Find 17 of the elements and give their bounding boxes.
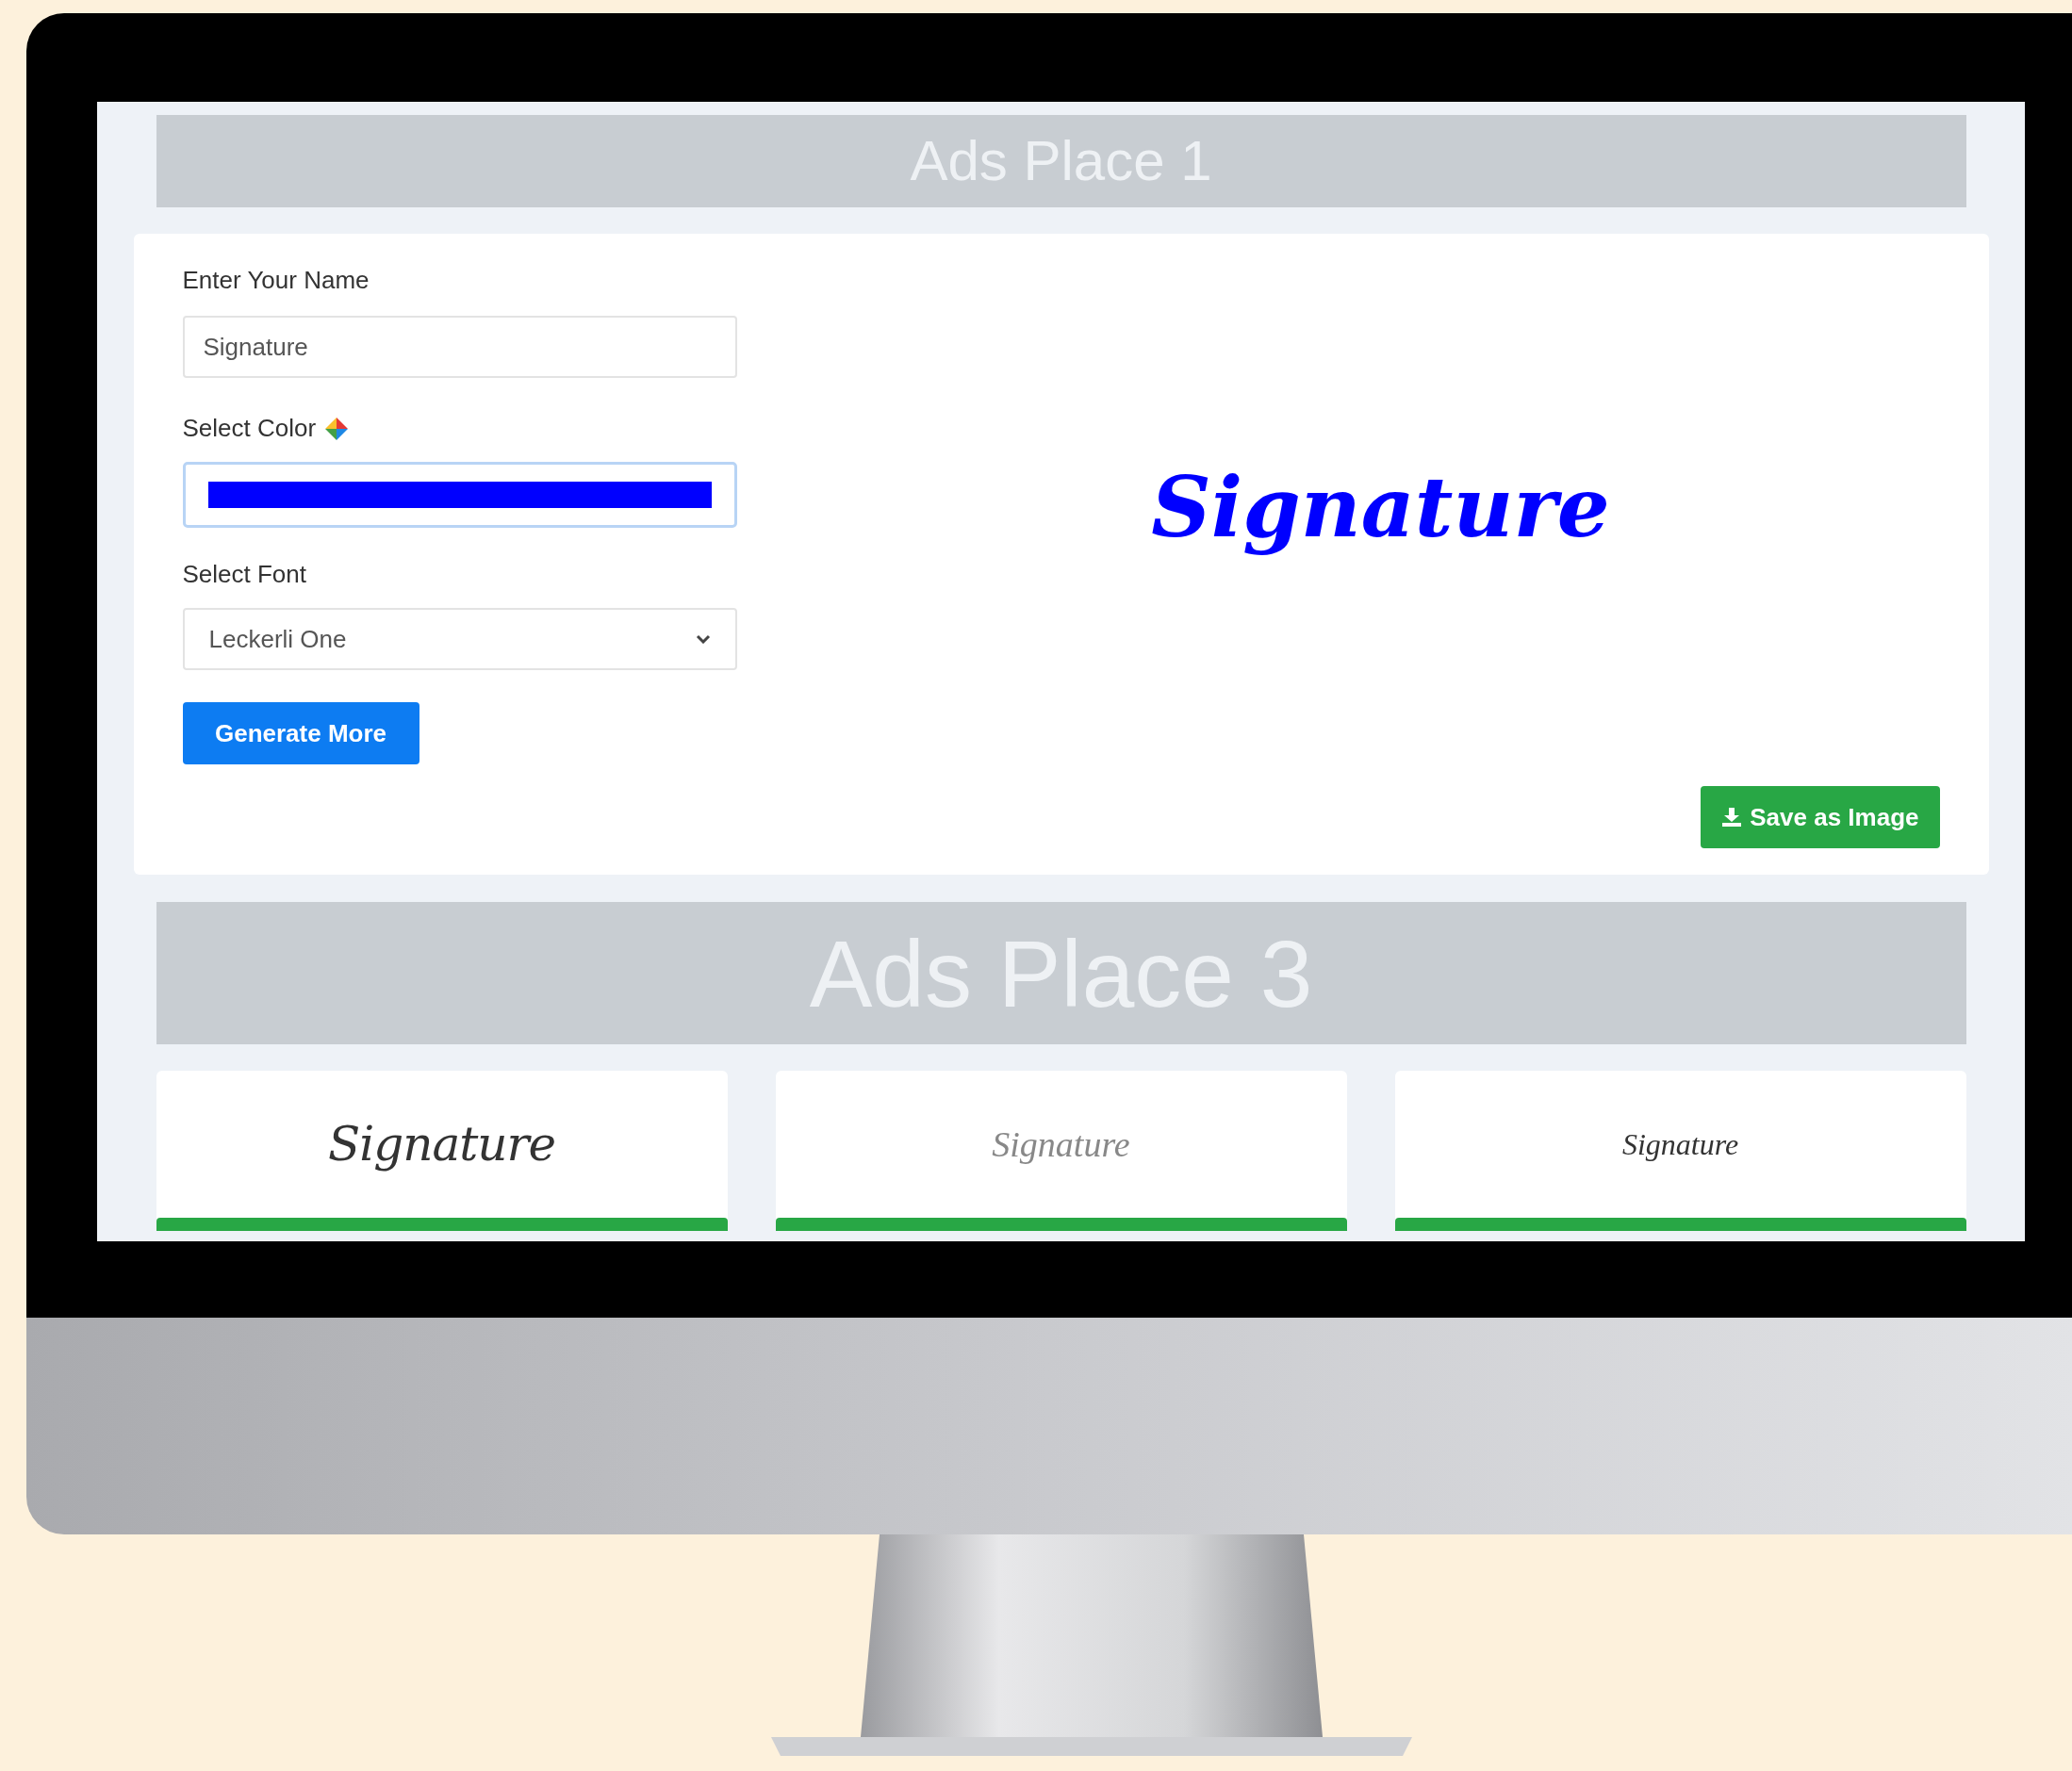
name-field[interactable]: Signature — [182, 316, 737, 378]
color-field[interactable] — [182, 462, 737, 528]
field-label: Select Color — [182, 413, 317, 444]
card-button-edge[interactable] — [775, 1218, 1347, 1231]
signature-sample: Signature — [327, 1115, 556, 1173]
card-button-edge[interactable] — [1394, 1218, 1966, 1231]
signature-sample: Signature — [992, 1123, 1130, 1166]
chevron-down-icon — [695, 634, 711, 644]
signature-sample: Signature — [1621, 1126, 1739, 1163]
signature-preview: Signature — [1150, 457, 1610, 558]
download-icon — [1721, 807, 1743, 828]
color-wheel-icon — [323, 415, 351, 442]
field-label: Select Font — [182, 559, 307, 590]
font-select[interactable]: Leckerli One — [182, 608, 737, 670]
card-button-edge[interactable] — [156, 1218, 728, 1231]
generate-more-button[interactable]: Generate More — [182, 702, 419, 764]
field-label: Enter Your Name — [182, 265, 370, 296]
